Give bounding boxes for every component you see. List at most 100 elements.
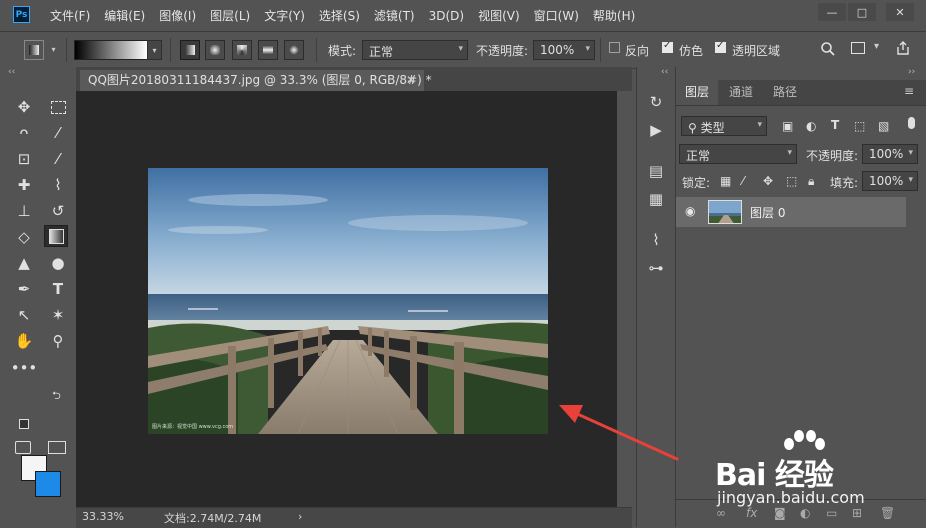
zoom-tool-icon[interactable]: ⚲	[46, 330, 70, 352]
lock-artboard-icon[interactable]: ⬚	[786, 174, 797, 188]
menu-select[interactable]: 选择(S)	[319, 7, 360, 24]
workspace-icon[interactable]	[851, 42, 865, 54]
lasso-tool-icon[interactable]: ᴖ	[12, 122, 36, 144]
properties-panel-icon[interactable]: ▤	[645, 160, 667, 182]
smart-object-filter-icon[interactable]: ▧	[878, 119, 889, 133]
healing-brush-tool-icon[interactable]: ✚	[12, 174, 36, 196]
path-selection-tool-icon[interactable]: ↖	[12, 304, 36, 326]
menu-filter[interactable]: 滤镜(T)	[374, 7, 415, 24]
quick-select-tool-icon[interactable]: ⁄	[46, 122, 70, 144]
chevron-down-icon[interactable]: ▾	[874, 41, 879, 52]
diamond-gradient-button[interactable]	[284, 40, 304, 60]
layer-filter-select[interactable]: ⚲ 类型 ▾	[681, 116, 767, 136]
history-panel-icon[interactable]: ↻	[645, 91, 667, 113]
adjustment-filter-icon[interactable]: ◐	[806, 119, 816, 133]
minimize-button[interactable]: —	[818, 3, 846, 21]
status-menu-arrow[interactable]: ›	[298, 510, 302, 523]
actions-panel-icon[interactable]: ▶	[645, 119, 667, 141]
opacity-input[interactable]: 100% ▾	[533, 40, 595, 60]
close-window-button[interactable]: ✕	[886, 3, 914, 21]
blend-mode-select[interactable]: 正常 ▾	[679, 144, 797, 164]
screen-mode-icon[interactable]	[48, 441, 66, 454]
tab-layers[interactable]: 图层	[676, 80, 719, 105]
lock-all-icon[interactable]: 🔒︎	[808, 174, 814, 189]
menu-file[interactable]: 文件(F)	[50, 7, 90, 24]
zoom-level[interactable]: 33.33%	[82, 510, 124, 523]
gradient-picker-dropdown[interactable]: ▾	[147, 40, 162, 60]
move-tool-icon[interactable]: ✥	[12, 96, 36, 118]
crop-tool-icon[interactable]: ⊡	[12, 148, 36, 170]
brush-tool-icon[interactable]: ⌇	[46, 174, 70, 196]
tool-preset-picker[interactable]	[24, 40, 44, 60]
background-color-swatch[interactable]	[35, 471, 61, 497]
pixel-filter-icon[interactable]: ▣	[782, 119, 793, 133]
menu-layer[interactable]: 图层(L)	[210, 7, 250, 24]
eye-icon[interactable]: ◉	[685, 204, 695, 218]
radial-gradient-button[interactable]	[205, 40, 225, 60]
chevron-down-icon: ▾	[757, 120, 762, 130]
maximize-button[interactable]: □	[848, 3, 876, 21]
menu-window[interactable]: 窗口(W)	[534, 7, 579, 24]
close-icon[interactable]: ✕	[406, 70, 416, 91]
marquee-tool-icon[interactable]	[46, 96, 70, 118]
menu-type[interactable]: 文字(Y)	[264, 7, 305, 24]
dodge-tool-icon[interactable]: ●	[46, 252, 70, 274]
dither-checkbox[interactable]	[662, 40, 673, 53]
mode-select[interactable]: 正常 ▾	[362, 40, 468, 60]
lock-transparent-icon[interactable]: ▦	[720, 174, 731, 188]
panel-menu-icon[interactable]: ≡	[904, 84, 914, 98]
fill-input[interactable]: 100% ▾	[862, 171, 918, 191]
document-image[interactable]: 图片来源：视觉中国 www.vcg.com	[148, 168, 548, 434]
lock-pixels-icon[interactable]: ⁄	[742, 174, 744, 188]
tab-paths[interactable]: 路径	[764, 80, 806, 105]
adjustments-panel-icon[interactable]: ⊶	[645, 257, 667, 279]
menu-3d[interactable]: 3D(D)	[429, 9, 464, 23]
history-brush-tool-icon[interactable]: ↺	[46, 200, 70, 222]
clone-stamp-tool-icon[interactable]: ⊥	[12, 200, 36, 222]
share-icon[interactable]	[895, 40, 911, 59]
lock-position-icon[interactable]: ✥	[763, 174, 773, 188]
reflected-gradient-button[interactable]	[258, 40, 278, 60]
collapse-icon[interactable]: ››	[908, 67, 915, 77]
menu-help[interactable]: 帮助(H)	[593, 7, 635, 24]
shape-tool-icon[interactable]: ✶	[46, 304, 70, 326]
filter-toggle[interactable]	[908, 117, 915, 129]
layer-name[interactable]: 图层 0	[750, 204, 785, 221]
swap-colors-icon[interactable]: ⮌	[52, 387, 61, 406]
blur-tool-icon[interactable]: ▲	[12, 252, 36, 274]
reverse-checkbox[interactable]	[609, 42, 620, 53]
layer-row[interactable]: ◉ 图层 0	[676, 197, 906, 227]
default-colors-icon[interactable]	[19, 419, 29, 429]
transparency-checkbox[interactable]	[715, 40, 726, 53]
menu-image[interactable]: 图像(I)	[159, 7, 196, 24]
gradient-preview[interactable]	[74, 40, 148, 60]
pen-tool-icon[interactable]: ✒	[12, 278, 36, 300]
mode-value: 正常	[369, 45, 394, 59]
chevron-down-icon[interactable]: ▾	[47, 40, 60, 58]
brush-settings-icon[interactable]: ⌇	[645, 229, 667, 251]
baidu-jingyan-watermark: Bai 经验 jingyan.baidu.com	[705, 430, 905, 520]
angle-gradient-button[interactable]	[232, 40, 252, 60]
menu-edit[interactable]: 编辑(E)	[104, 7, 145, 24]
more-tools-icon[interactable]: •••	[11, 357, 38, 379]
gradient-tool-icon[interactable]	[44, 225, 68, 247]
type-tool-icon[interactable]: T	[46, 278, 70, 300]
search-icon[interactable]	[820, 41, 836, 60]
eyedropper-tool-icon[interactable]: ⁄	[46, 148, 70, 170]
status-bar: 33.33% 文档:2.74M/2.74M ›	[76, 507, 632, 528]
document-tab[interactable]: QQ图片20180311184437.jpg @ 33.3% (图层 0, RG…	[80, 70, 432, 91]
tab-channels[interactable]: 通道	[720, 80, 762, 105]
type-filter-icon[interactable]: T	[831, 118, 839, 132]
document-size: 文档:2.74M/2.74M	[164, 512, 262, 525]
hand-tool-icon[interactable]: ✋	[12, 330, 36, 352]
chevron-down-icon: ▾	[585, 44, 590, 54]
libraries-panel-icon[interactable]: ▦	[645, 188, 667, 210]
collapse-icon[interactable]: ‹‹	[8, 67, 15, 77]
menu-view[interactable]: 视图(V)	[478, 7, 520, 24]
layer-opacity-input[interactable]: 100% ▾	[862, 144, 918, 164]
eraser-tool-icon[interactable]: ◇	[12, 226, 36, 248]
collapse-icon[interactable]: ‹‹	[661, 67, 668, 77]
quick-mask-icon[interactable]	[15, 441, 31, 454]
linear-gradient-button[interactable]	[180, 40, 200, 60]
shape-filter-icon[interactable]: ⬚	[854, 119, 865, 133]
